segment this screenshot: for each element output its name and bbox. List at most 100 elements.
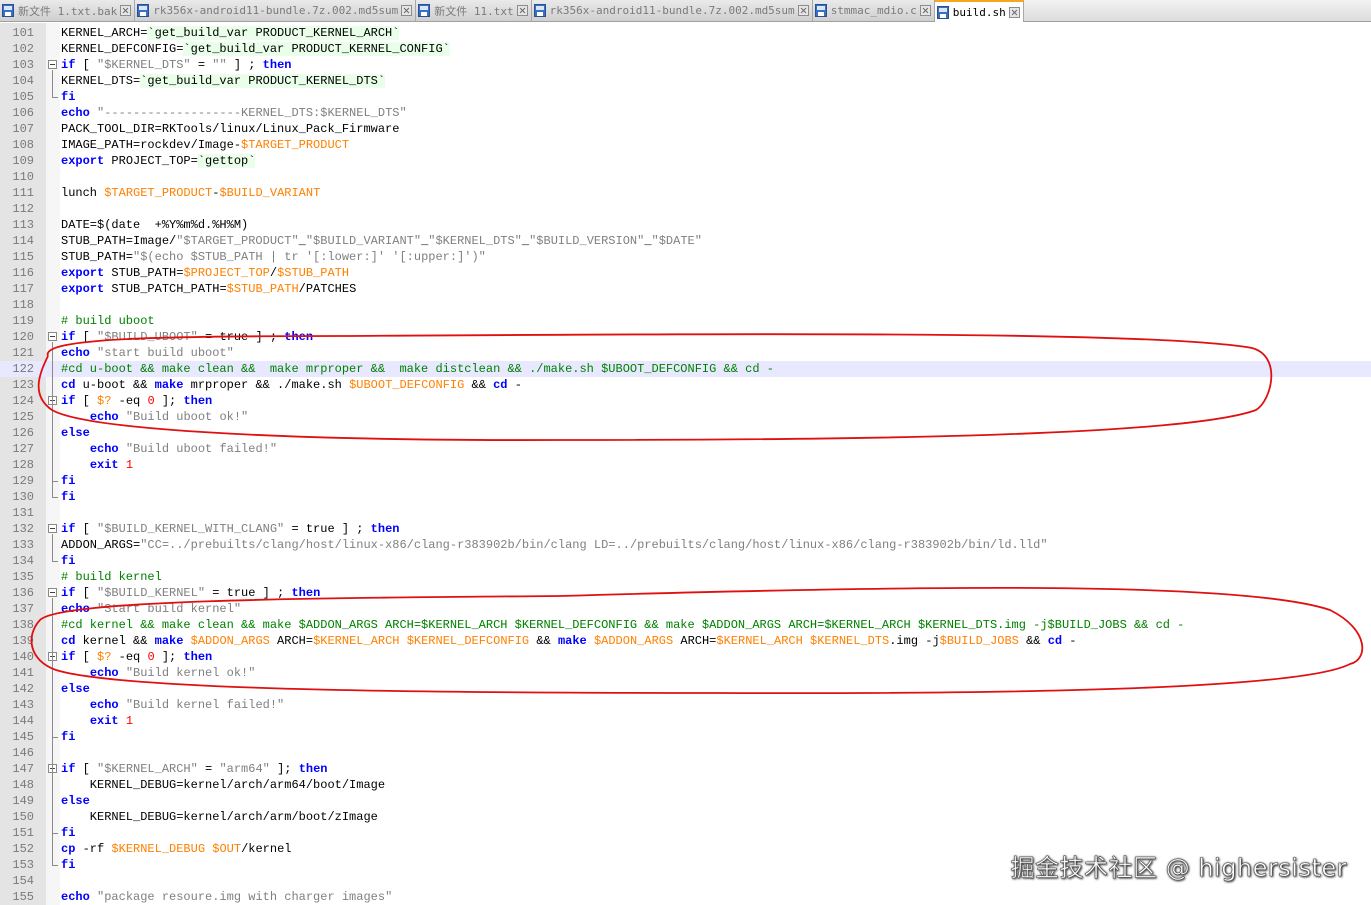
code-line[interactable]: 130 fi <box>0 489 1371 505</box>
code-text: echo "Start build kernel" <box>61 602 242 616</box>
code-line[interactable]: 134 fi <box>0 553 1371 569</box>
close-icon[interactable] <box>516 5 528 16</box>
code-line[interactable]: 108 IMAGE_PATH=rockdev/Image-$TARGET_PROD… <box>0 137 1371 153</box>
code-line[interactable]: 137 echo "Start build kernel" <box>0 601 1371 617</box>
line-number: 114 <box>12 234 34 248</box>
code-line[interactable]: 103 if [ "$KERNEL_DTS" = "" ] ; then <box>0 57 1371 73</box>
tab-0[interactable]: 新文件 1.txt.bak <box>0 0 136 21</box>
code-line[interactable]: 117 export STUB_PATCH_PATH=$STUB_PATH/PAT… <box>0 281 1371 297</box>
code-line[interactable]: 123 cd u-boot && make mrproper && ./make.… <box>0 377 1371 393</box>
tab-1[interactable]: rk356x-android11-bundle.7z.002.md5sum <box>135 0 417 21</box>
fold-guide <box>52 70 53 97</box>
code-line[interactable]: 143 echo "Build kernel failed!" <box>0 697 1371 713</box>
code-line[interactable]: 110 <box>0 169 1371 185</box>
code-line[interactable]: 132 if [ "$BUILD_KERNEL_WITH_CLANG" = tru… <box>0 521 1371 537</box>
code-editor[interactable]: 101 KERNEL_ARCH=`get_build_var PRODUCT_KE… <box>0 23 1371 905</box>
code-line[interactable]: 116 export STUB_PATH=$PROJECT_TOP/$STUB_P… <box>0 265 1371 281</box>
code-line[interactable]: 111 lunch $TARGET_PRODUCT-$BUILD_VARIANT <box>0 185 1371 201</box>
code-line[interactable]: 119 # build uboot <box>0 313 1371 329</box>
code-line[interactable]: 127 echo "Build uboot failed!" <box>0 441 1371 457</box>
code-line[interactable]: 113 DATE=$(date +%Y%m%d.%H%M) <box>0 217 1371 233</box>
code-line[interactable]: 112 <box>0 201 1371 217</box>
code-line[interactable]: 125 echo "Build uboot ok!" <box>0 409 1371 425</box>
line-number: 155 <box>12 890 34 904</box>
code-line[interactable]: 101 KERNEL_ARCH=`get_build_var PRODUCT_KE… <box>0 25 1371 41</box>
code-line[interactable]: 149 else <box>0 793 1371 809</box>
fold-guide-end <box>52 833 58 834</box>
code-line[interactable]: 147 if [ "$KERNEL_ARCH" = "arm64" ]; then <box>0 761 1371 777</box>
code-line[interactable]: 120 if [ "$BUILD_UBOOT" = true ] ; then <box>0 329 1371 345</box>
fold-toggle-icon[interactable] <box>48 588 57 597</box>
fold-toggle-icon[interactable] <box>48 524 57 533</box>
code-line[interactable]: 118 <box>0 297 1371 313</box>
code-text: echo "Build uboot failed!" <box>89 442 278 456</box>
code-line[interactable]: 138 #cd kernel && make clean && make $ADD… <box>0 617 1371 633</box>
code-line[interactable]: 106 echo "-------------------KERNEL_DTS:$… <box>0 105 1371 121</box>
close-icon[interactable] <box>1008 6 1020 18</box>
tab-label: 新文件 11.txt <box>434 4 514 18</box>
code-line[interactable]: 128 exit 1 <box>0 457 1371 473</box>
code-line[interactable]: 148 KERNEL_DEBUG=kernel/arch/arm64/boot/… <box>0 777 1371 793</box>
line-number: 151 <box>12 826 34 840</box>
fold-toggle-icon[interactable] <box>48 60 57 69</box>
code-text: # build uboot <box>61 314 155 328</box>
tab-5[interactable]: build.sh <box>934 0 1024 22</box>
tab-4[interactable]: stmmac_mdio.c <box>812 0 935 21</box>
fold-toggle-icon[interactable] <box>48 332 57 341</box>
code-line[interactable]: 145 fi <box>0 729 1371 745</box>
fold-guide-end <box>52 561 58 562</box>
tab-label: rk356x-android11-bundle.7z.002.md5sum <box>153 4 399 17</box>
line-number: 105 <box>12 90 34 104</box>
code-line[interactable]: 135 # build kernel <box>0 569 1371 585</box>
code-line[interactable]: 102 KERNEL_DEFCONFIG=`get_build_var PRODU… <box>0 41 1371 57</box>
line-number: 103 <box>12 58 34 72</box>
close-icon[interactable] <box>401 5 413 16</box>
code-line[interactable]: 105 fi <box>0 89 1371 105</box>
close-icon[interactable] <box>919 5 931 16</box>
code-line[interactable]: 126 else <box>0 425 1371 441</box>
line-number: 102 <box>12 42 34 56</box>
code-line[interactable]: 131 <box>0 505 1371 521</box>
tab-3[interactable]: rk356x-android11-bundle.7z.002.md5sum <box>531 0 813 21</box>
code-text: else <box>61 794 90 808</box>
fold-guide-end <box>52 481 58 482</box>
code-line[interactable]: 109 export PROJECT_TOP=`gettop` <box>0 153 1371 169</box>
code-line[interactable]: 141 echo "Build kernel ok!" <box>0 665 1371 681</box>
code-line[interactable]: 144 exit 1 <box>0 713 1371 729</box>
line-number: 118 <box>12 298 34 312</box>
line-number: 109 <box>12 154 34 168</box>
line-number: 121 <box>12 346 34 360</box>
close-icon[interactable] <box>120 5 132 16</box>
close-icon[interactable] <box>797 5 809 16</box>
line-number: 120 <box>12 330 34 344</box>
code-line[interactable]: 114 STUB_PATH=Image/"$TARGET_PRODUCT"_"$B… <box>0 233 1371 249</box>
fold-guide-end <box>52 737 58 738</box>
line-number: 132 <box>12 522 34 536</box>
code-line[interactable]: 121 echo "start build uboot" <box>0 345 1371 361</box>
code-line[interactable]: 155 echo "package resoure.img with charge… <box>0 889 1371 905</box>
code-line[interactable]: 140 if [ $? -eq 0 ]; then <box>0 649 1371 665</box>
code-text: fi <box>61 554 76 568</box>
code-line[interactable]: 139 cd kernel && make $ADDON_ARGS ARCH=$K… <box>0 633 1371 649</box>
line-number: 140 <box>12 650 34 664</box>
line-number: 116 <box>12 266 34 280</box>
line-number: 101 <box>12 26 34 40</box>
line-number: 154 <box>12 874 34 888</box>
code-line[interactable]: 142 else <box>0 681 1371 697</box>
code-line[interactable]: 146 <box>0 745 1371 761</box>
code-text: if [ $? -eq 0 ]; then <box>61 394 213 408</box>
code-line[interactable]: 136 if [ "$BUILD_KERNEL" = true ] ; then <box>0 585 1371 601</box>
line-number: 115 <box>12 250 34 264</box>
code-line[interactable]: 122 #cd u-boot && make clean && make mrpr… <box>0 361 1371 377</box>
code-line[interactable]: 129 fi <box>0 473 1371 489</box>
code-line[interactable]: 133 ADDON_ARGS="CC=../prebuilts/clang/hos… <box>0 537 1371 553</box>
tab-2[interactable]: 新文件 11.txt <box>416 0 532 21</box>
line-number: 137 <box>12 602 34 616</box>
code-line[interactable]: 151 fi <box>0 825 1371 841</box>
code-line[interactable]: 124 if [ $? -eq 0 ]; then <box>0 393 1371 409</box>
code-line[interactable]: 104 KERNEL_DTS=`get_build_var PRODUCT_KER… <box>0 73 1371 89</box>
code-line[interactable]: 115 STUB_PATH="$(echo $STUB_PATH | tr '[:… <box>0 249 1371 265</box>
code-line[interactable]: 107 PACK_TOOL_DIR=RKTools/linux/Linux_Pac… <box>0 121 1371 137</box>
code-line[interactable]: 150 KERNEL_DEBUG=kernel/arch/arm/boot/zI… <box>0 809 1371 825</box>
code-text: KERNEL_DEFCONFIG=`get_build_var PRODUCT_… <box>61 42 450 56</box>
